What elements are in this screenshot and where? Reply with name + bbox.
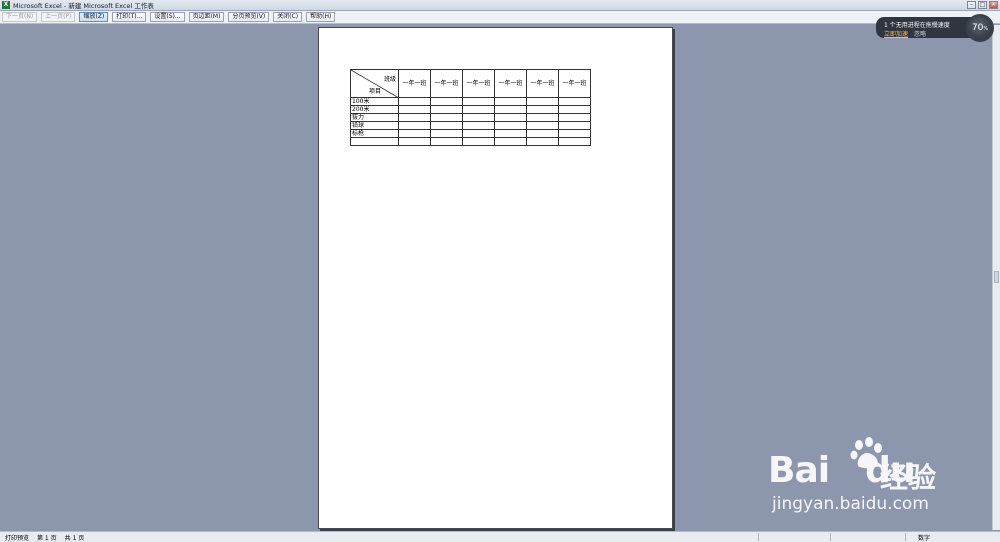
- print-button[interactable]: 打印(T)...: [112, 12, 147, 22]
- watermark-brand-prefix: Bai: [768, 450, 830, 491]
- zoom-button[interactable]: 缩放(Z): [79, 12, 109, 22]
- watermark-product: 经验: [880, 461, 937, 494]
- status-divider: [905, 533, 906, 541]
- excel-icon: X: [2, 1, 10, 9]
- table-cell: [558, 97, 591, 106]
- table-cell: [526, 113, 559, 122]
- gauge-value: 70: [971, 23, 984, 33]
- close-preview-button[interactable]: 关闭(C): [273, 12, 303, 22]
- maximize-button[interactable]: □: [978, 1, 987, 9]
- table-cell: [398, 129, 431, 138]
- table-cell: [430, 113, 463, 122]
- row-label: 100米: [350, 97, 399, 106]
- speedup-notification: 1 个无用进程在拖慢速度 立即加速 忽略: [876, 17, 980, 38]
- table-cell: [398, 105, 431, 114]
- table-cell: [558, 121, 591, 130]
- table-cell: [558, 137, 591, 146]
- row-label: 标枪: [350, 129, 399, 138]
- spreadsheet-table: 班级 项目 一年一班 一年一班 一年一班 一年一班 一年一班 一年一班 100米…: [350, 69, 591, 146]
- row-label: [350, 137, 399, 146]
- header-class-label: 班级: [383, 76, 396, 83]
- table-cell: [430, 137, 463, 146]
- status-page: 第 1 页: [37, 534, 57, 542]
- table-cell: [558, 113, 591, 122]
- row-label: 铅球: [350, 121, 399, 130]
- table-cell: [526, 137, 559, 146]
- table-row: 100米: [350, 97, 591, 106]
- table-row: 铅球: [350, 121, 591, 130]
- table-cell: [558, 129, 591, 138]
- column-header: 一年一班: [430, 69, 463, 98]
- notification-message: 1 个无用进程在拖慢速度: [884, 22, 950, 29]
- table-cell: [526, 105, 559, 114]
- status-bar: 打印预览 第 1 页 共 1 页 数字: [0, 531, 1000, 542]
- watermark-url: jingyan.baidu.com: [772, 494, 929, 514]
- row-label: 拔力: [350, 113, 399, 122]
- table-cell: [430, 121, 463, 130]
- table-cell: [398, 137, 431, 146]
- status-mode: 打印预览: [5, 534, 30, 542]
- status-total: 共 1 页: [64, 534, 85, 542]
- status-divider: [830, 533, 831, 541]
- table-cell: [398, 121, 431, 130]
- column-header: 一年一班: [494, 69, 527, 98]
- table-cell: [430, 105, 463, 114]
- preview-page[interactable]: 班级 项目 一年一班 一年一班 一年一班 一年一班 一年一班 一年一班 100米…: [318, 27, 673, 529]
- baidu-watermark: Bai du 经验 jingyan.baidu.com: [768, 436, 968, 526]
- table-cell: [462, 105, 495, 114]
- table-cell: [494, 129, 527, 138]
- table-row: [350, 137, 591, 146]
- table-row: 拔力: [350, 113, 591, 122]
- column-header: 一年一班: [558, 69, 591, 98]
- table-cell: [462, 97, 495, 106]
- table-cell: [494, 137, 527, 146]
- help-button[interactable]: 帮助(H): [306, 12, 336, 22]
- row-label: 200米: [350, 105, 399, 114]
- table-cell: [558, 105, 591, 114]
- table-row: 标枪: [350, 129, 591, 138]
- table-cell: [398, 113, 431, 122]
- table-cell: [526, 129, 559, 138]
- window-titlebar: X Microsoft Excel - 新建 Microsoft Excel 工…: [0, 0, 1000, 11]
- table-cell: [494, 121, 527, 130]
- column-header: 一年一班: [462, 69, 495, 98]
- table-cell: [462, 113, 495, 122]
- window-controls: – □ ×: [967, 1, 998, 9]
- page-break-preview-button[interactable]: 分页预览(V): [228, 12, 270, 22]
- window-title: Microsoft Excel - 新建 Microsoft Excel 工作表: [13, 2, 154, 10]
- margins-button[interactable]: 页边距(M): [188, 12, 225, 22]
- table-cell: [462, 137, 495, 146]
- table-cell: [462, 129, 495, 138]
- table-row: 200米: [350, 105, 591, 114]
- table-header-row: 班级 项目 一年一班 一年一班 一年一班 一年一班 一年一班 一年一班: [350, 69, 591, 98]
- speed-gauge[interactable]: 70%: [966, 14, 994, 42]
- diagonal-header-cell: 班级 项目: [350, 69, 399, 98]
- table-cell: [526, 97, 559, 106]
- status-divider: [758, 533, 759, 541]
- close-window-button[interactable]: ×: [989, 1, 998, 9]
- ignore-link[interactable]: 忽略: [914, 29, 926, 38]
- vertical-scrollbar[interactable]: [992, 25, 1000, 530]
- speedup-now-link[interactable]: 立即加速: [884, 29, 908, 38]
- table-cell: [494, 97, 527, 106]
- table-cell: [494, 113, 527, 122]
- status-left: 打印预览 第 1 页 共 1 页: [0, 533, 84, 542]
- column-header: 一年一班: [526, 69, 559, 98]
- setup-button[interactable]: 设置(S)...: [150, 12, 185, 22]
- table-cell: [494, 105, 527, 114]
- print-preview-toolbar: 下一页(N) 上一页(P) 缩放(Z) 打印(T)... 设置(S)... 页边…: [0, 11, 1000, 24]
- table-cell: [430, 129, 463, 138]
- num-lock-indicator: 数字: [918, 535, 931, 542]
- column-header: 一年一班: [398, 69, 431, 98]
- next-page-button[interactable]: 下一页(N): [2, 12, 38, 22]
- table-cell: [398, 97, 431, 106]
- table-cell: [430, 97, 463, 106]
- gauge-unit: %: [983, 26, 989, 32]
- minimize-button[interactable]: –: [967, 1, 976, 9]
- previous-page-button[interactable]: 上一页(P): [41, 12, 76, 22]
- table-cell: [462, 121, 495, 130]
- scrollbar-thumb[interactable]: [994, 271, 999, 283]
- table-cell: [526, 121, 559, 130]
- header-item-label: 项目: [369, 88, 382, 95]
